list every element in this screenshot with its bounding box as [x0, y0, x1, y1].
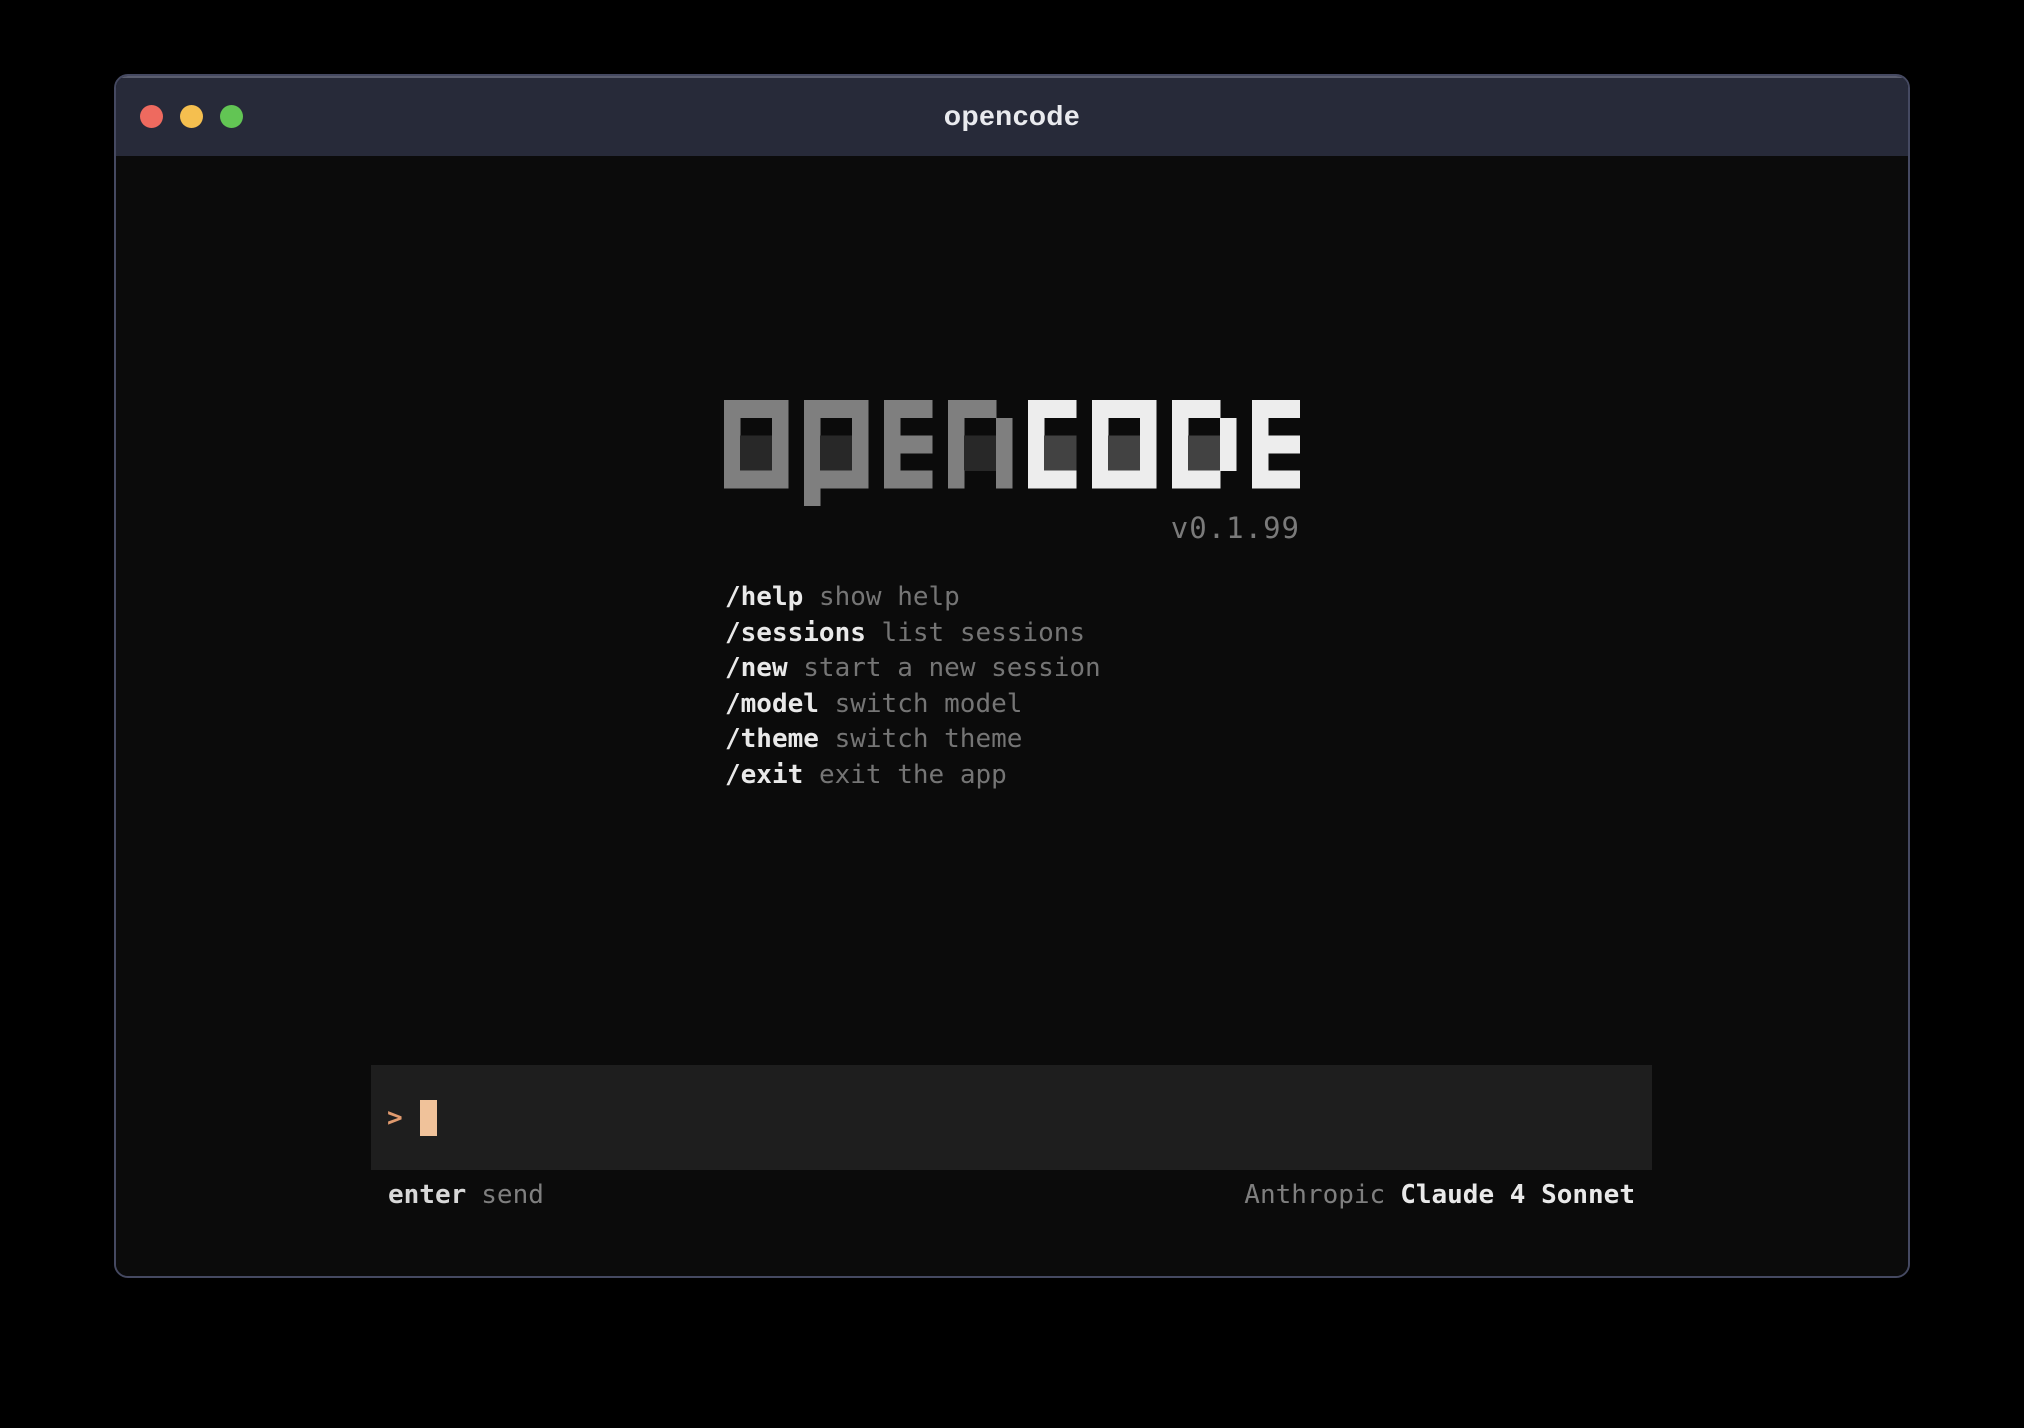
command-item: /exit exit the app: [725, 758, 1101, 794]
prompt-symbol: >: [387, 1103, 403, 1133]
command-item: /model switch model: [725, 687, 1101, 723]
model-label: Claude 4 Sonnet: [1400, 1180, 1635, 1210]
command-name: /new: [725, 653, 788, 683]
window-title: opencode: [944, 100, 1080, 132]
command-description: show help: [819, 582, 960, 612]
command-item: /help show help: [725, 580, 1101, 616]
opencode-logo: [724, 400, 1300, 506]
input-line: >: [371, 1065, 1652, 1170]
keybind-hint: enter send: [388, 1177, 544, 1213]
model-indicator: Anthropic Claude 4 Sonnet: [1244, 1177, 1635, 1213]
version-label: v0.1.99: [724, 510, 1300, 546]
command-name: /model: [725, 689, 819, 719]
command-list: /help show help/sessions list sessions/n…: [725, 580, 1101, 794]
text-cursor: [420, 1100, 437, 1136]
provider-label: Anthropic: [1244, 1180, 1385, 1210]
command-item: /theme switch theme: [725, 722, 1101, 758]
command-name: /exit: [725, 760, 803, 790]
minimize-button[interactable]: [180, 105, 203, 128]
command-item: /sessions list sessions: [725, 616, 1101, 652]
close-button[interactable]: [140, 105, 163, 128]
traffic-lights: [140, 76, 243, 156]
command-description: switch model: [835, 689, 1023, 719]
command-description: list sessions: [882, 618, 1086, 648]
zoom-button[interactable]: [220, 105, 243, 128]
prompt-input[interactable]: >: [371, 1065, 1652, 1170]
terminal-content: v0.1.99 /help show help/sessions list se…: [116, 156, 1908, 1276]
command-description: start a new session: [803, 653, 1100, 683]
command-name: /theme: [725, 724, 819, 754]
command-item: /new start a new session: [725, 651, 1101, 687]
app-window: opencode v0.1.99 /help show help/session…: [114, 74, 1910, 1278]
command-name: /help: [725, 582, 803, 612]
command-name: /sessions: [725, 618, 866, 648]
title-bar: opencode: [116, 76, 1908, 156]
command-description: switch theme: [835, 724, 1023, 754]
command-description: exit the app: [819, 760, 1007, 790]
keybind-key: enter: [388, 1180, 466, 1210]
status-bar: enter send Anthropic Claude 4 Sonnet: [371, 1177, 1652, 1213]
keybind-action: send: [481, 1180, 544, 1210]
